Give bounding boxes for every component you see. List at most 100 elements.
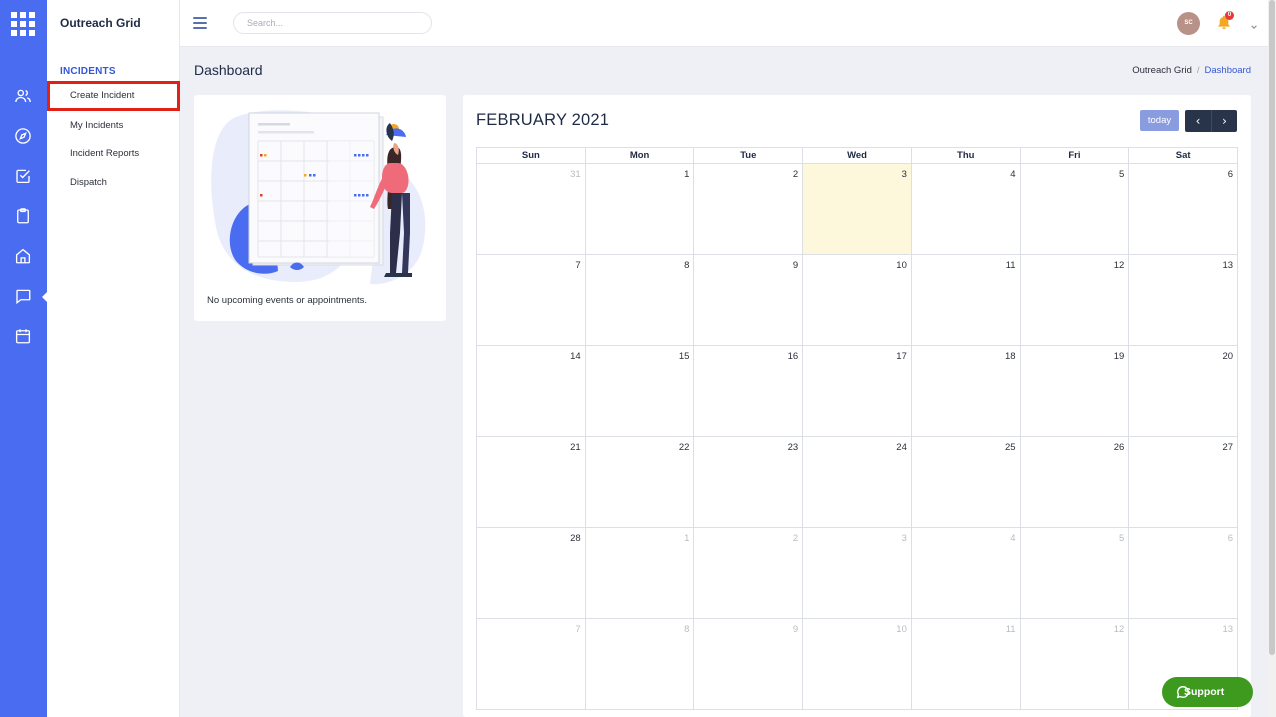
day-cell[interactable]: 10: [802, 619, 911, 709]
day-cell[interactable]: 21: [477, 437, 585, 527]
day-cell-today[interactable]: 3: [802, 164, 911, 254]
weekday-fri: Fri: [1019, 148, 1129, 163]
sidebar-item-my-incidents[interactable]: My Incidents: [47, 111, 180, 141]
day-cell[interactable]: 27: [1128, 437, 1237, 527]
day-cell[interactable]: 7: [477, 255, 585, 345]
day-cell[interactable]: 13: [1128, 255, 1237, 345]
checkbox-icon[interactable]: [14, 167, 32, 185]
day-cell[interactable]: 20: [1128, 346, 1237, 436]
day-number: 20: [1222, 351, 1234, 362]
weekday-thu: Thu: [910, 148, 1020, 163]
compass-icon[interactable]: [14, 127, 32, 145]
secondary-sidebar: Outreach Grid INCIDENTS Create Incident …: [47, 0, 180, 717]
day-number: 27: [1222, 442, 1234, 453]
sidebar-item-incident-reports[interactable]: Incident Reports: [47, 139, 180, 169]
day-number: 8: [684, 260, 690, 271]
search-input[interactable]: [233, 12, 432, 34]
day-cell[interactable]: 17: [802, 346, 911, 436]
calendar-card: FEBRUARY 2021 today ‹ › Sun Mon Tue Wed …: [463, 95, 1251, 717]
day-cell[interactable]: 11: [910, 255, 1020, 345]
day-cell[interactable]: 4: [910, 164, 1020, 254]
day-number: 6: [1227, 169, 1234, 180]
breadcrumb-current: Dashboard: [1204, 65, 1251, 76]
day-number: 18: [1005, 351, 1016, 362]
day-number: 15: [678, 351, 690, 362]
day-cell[interactable]: 24: [802, 437, 911, 527]
day-cell[interactable]: 11: [910, 619, 1020, 709]
day-cell[interactable]: 18: [910, 346, 1020, 436]
day-number: 3: [901, 169, 907, 180]
calendar-title: FEBRUARY 2021: [476, 111, 610, 129]
today-button[interactable]: today: [1140, 110, 1179, 131]
empty-events-illustration: [211, 110, 426, 285]
day-number: 11: [1005, 260, 1016, 271]
day-cell[interactable]: 8: [584, 255, 694, 345]
day-cell[interactable]: 12: [1019, 255, 1129, 345]
day-cell[interactable]: 1: [584, 164, 694, 254]
sidebar-item-dispatch[interactable]: Dispatch: [47, 168, 180, 198]
day-cell[interactable]: 19: [1019, 346, 1129, 436]
day-number: 31: [570, 169, 581, 180]
day-cell[interactable]: 7: [477, 619, 585, 709]
day-number: 2: [792, 169, 799, 180]
weekday-mon: Mon: [584, 148, 694, 163]
prev-month-button[interactable]: ‹: [1185, 110, 1211, 132]
day-number: 3: [901, 533, 907, 544]
day-number: 8: [684, 624, 690, 635]
day-cell[interactable]: 9: [693, 619, 802, 709]
page-scrollbar[interactable]: [1268, 0, 1276, 717]
day-cell[interactable]: 1: [584, 528, 694, 618]
brand-name: Outreach Grid: [60, 16, 141, 30]
home-icon[interactable]: [14, 247, 32, 265]
day-cell[interactable]: 25: [910, 437, 1020, 527]
day-cell[interactable]: 4: [910, 528, 1020, 618]
day-cell[interactable]: 8: [584, 619, 694, 709]
day-cell[interactable]: 31: [477, 164, 585, 254]
day-cell[interactable]: 26: [1019, 437, 1129, 527]
day-number: 28: [570, 533, 581, 544]
day-cell[interactable]: 5: [1019, 528, 1129, 618]
day-cell[interactable]: 28: [477, 528, 585, 618]
week-row: 21 22 23 24 25 26 27: [476, 437, 1238, 528]
day-cell[interactable]: 6: [1128, 164, 1237, 254]
day-cell[interactable]: 14: [477, 346, 585, 436]
day-cell[interactable]: 22: [584, 437, 694, 527]
calendar-icon[interactable]: [14, 327, 32, 345]
day-number: 5: [1119, 533, 1125, 544]
next-month-button[interactable]: ›: [1211, 110, 1237, 132]
day-number: 1: [684, 533, 690, 544]
day-number: 9: [792, 260, 799, 271]
day-number: 26: [1113, 442, 1125, 453]
breadcrumb-home-link[interactable]: Outreach Grid: [1132, 65, 1192, 76]
clipboard-icon[interactable]: [14, 207, 32, 225]
icon-rail: [0, 0, 48, 717]
sidebar-item-create-incident[interactable]: Create Incident: [47, 81, 180, 111]
hamburger-menu-icon[interactable]: [193, 17, 207, 29]
day-cell[interactable]: 15: [584, 346, 694, 436]
day-number: 17: [896, 351, 907, 362]
day-number: 12: [1113, 260, 1125, 271]
chat-bubble-icon: [1176, 686, 1189, 699]
day-cell[interactable]: 3: [802, 528, 911, 618]
empty-events-message: No upcoming events or appointments.: [207, 295, 368, 306]
apps-grid-icon[interactable]: [11, 12, 35, 36]
chat-icon[interactable]: [14, 287, 32, 305]
month-grid: Sun Mon Tue Wed Thu Fri Sat 31 1 2 3 4 5…: [476, 147, 1238, 710]
chevron-down-icon[interactable]: [1250, 18, 1258, 29]
day-cell[interactable]: 12: [1019, 619, 1129, 709]
day-cell[interactable]: 6: [1128, 528, 1237, 618]
day-cell[interactable]: 2: [693, 164, 802, 254]
day-cell[interactable]: 16: [693, 346, 802, 436]
day-cell[interactable]: 9: [693, 255, 802, 345]
day-cell[interactable]: 23: [693, 437, 802, 527]
sidebar-section-title: INCIDENTS: [60, 66, 116, 77]
avatar[interactable]: SC: [1177, 12, 1200, 35]
support-button[interactable]: Support: [1162, 677, 1253, 707]
users-icon[interactable]: [14, 87, 32, 105]
weekday-wed: Wed: [802, 148, 911, 163]
breadcrumb: Outreach Grid / Dashboard: [1132, 65, 1251, 76]
day-number: 1: [684, 169, 690, 180]
day-cell[interactable]: 5: [1019, 164, 1129, 254]
day-cell[interactable]: 10: [802, 255, 911, 345]
day-cell[interactable]: 2: [693, 528, 802, 618]
